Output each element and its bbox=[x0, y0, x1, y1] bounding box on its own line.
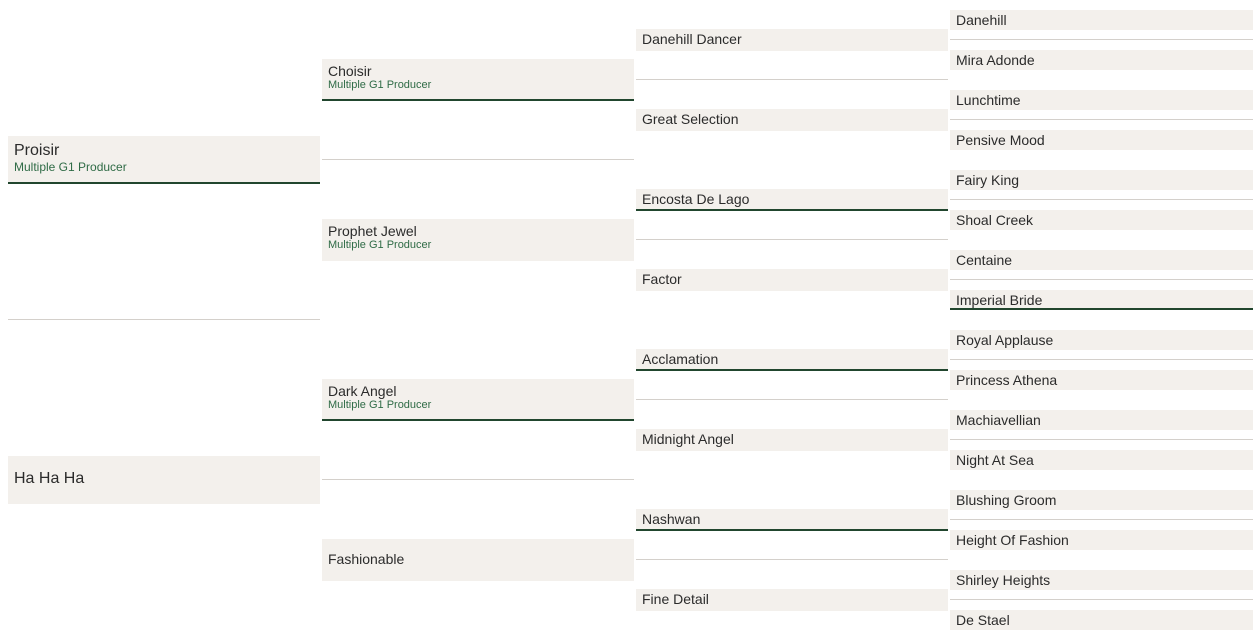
horse-cell-gen4[interactable]: Height Of Fashion bbox=[950, 520, 1253, 560]
horse-name-box: Night At Sea bbox=[950, 450, 1253, 470]
horse-name: Imperial Bride bbox=[956, 292, 1043, 308]
horse-cell-gen2[interactable]: Choisir Multiple G1 Producer bbox=[322, 0, 634, 160]
horse-name: Fine Detail bbox=[642, 591, 709, 607]
horse-name: Great Selection bbox=[642, 111, 739, 127]
horse-cell-gen4[interactable]: Danehill bbox=[950, 0, 1253, 40]
horse-name-box: De Stael bbox=[950, 610, 1253, 630]
horse-name-box: Fashionable bbox=[322, 539, 634, 581]
horse-cell-gen3[interactable]: Acclamation bbox=[636, 320, 948, 400]
horse-name: Night At Sea bbox=[956, 452, 1034, 468]
horse-name-box: Ha Ha Ha bbox=[8, 456, 320, 504]
horse-name-box: Imperial Bride bbox=[950, 290, 1253, 310]
horse-cell-gen4[interactable]: Princess Athena bbox=[950, 360, 1253, 400]
horse-name: Blushing Groom bbox=[956, 492, 1057, 508]
horse-name-box: Great Selection bbox=[636, 109, 948, 131]
horse-name-box: Proisir Multiple G1 Producer bbox=[8, 136, 320, 184]
horse-cell-gen4[interactable]: Pensive Mood bbox=[950, 120, 1253, 160]
horse-cell-gen2[interactable]: Fashionable bbox=[322, 480, 634, 640]
horse-cell-gen4[interactable]: Shoal Creek bbox=[950, 200, 1253, 240]
horse-cell-gen4[interactable]: Mira Adonde bbox=[950, 40, 1253, 80]
producer-note: Multiple G1 Producer bbox=[328, 399, 432, 411]
horse-name: Height Of Fashion bbox=[956, 532, 1069, 548]
horse-cell-gen4[interactable]: Lunchtime bbox=[950, 80, 1253, 120]
horse-cell-gen4[interactable]: Royal Applause bbox=[950, 320, 1253, 360]
generation-4: Danehill Mira Adonde Lunchtime Pensive Mood… bbox=[950, 0, 1253, 640]
horse-name-box: Lunchtime bbox=[950, 90, 1253, 110]
horse-cell-gen4[interactable]: Machiavellian bbox=[950, 400, 1253, 440]
horse-name: Fairy King bbox=[956, 172, 1020, 188]
horse-name-box: Fine Detail bbox=[636, 589, 948, 611]
horse-name: Nashwan bbox=[642, 511, 701, 527]
horse-name: Machiavellian bbox=[956, 412, 1041, 428]
horse-name: Royal Applause bbox=[956, 332, 1054, 348]
horse-cell-gen3[interactable]: Nashwan bbox=[636, 480, 948, 560]
horse-name: Fashionable bbox=[328, 551, 405, 567]
horse-name: Danehill bbox=[956, 12, 1007, 28]
horse-cell-gen1[interactable]: Ha Ha Ha bbox=[8, 320, 320, 640]
horse-cell-gen4[interactable]: De Stael bbox=[950, 600, 1253, 640]
producer-note: Multiple G1 Producer bbox=[328, 79, 432, 91]
horse-cell-gen4[interactable]: Imperial Bride bbox=[950, 280, 1253, 320]
horse-name: Danehill Dancer bbox=[642, 31, 742, 47]
horse-name-box: Height Of Fashion bbox=[950, 530, 1253, 550]
horse-name-box: Fairy King bbox=[950, 170, 1253, 190]
horse-name-box: Acclamation bbox=[636, 349, 948, 371]
horse-name: Pensive Mood bbox=[956, 132, 1045, 148]
horse-cell-gen4[interactable]: Centaine bbox=[950, 240, 1253, 280]
horse-name: Shirley Heights bbox=[956, 572, 1051, 588]
horse-name-box: Dark Angel Multiple G1 Producer bbox=[322, 379, 634, 421]
horse-cell-gen2[interactable]: Prophet Jewel Multiple G1 Producer bbox=[322, 160, 634, 320]
horse-name-box: Shoal Creek bbox=[950, 210, 1253, 230]
horse-name: Encosta De Lago bbox=[642, 191, 750, 207]
horse-name-box: Centaine bbox=[950, 250, 1253, 270]
horse-name: Ha Ha Ha bbox=[14, 470, 85, 487]
horse-name-box: Royal Applause bbox=[950, 330, 1253, 350]
producer-note: Multiple G1 Producer bbox=[14, 160, 127, 174]
horse-name: De Stael bbox=[956, 612, 1010, 628]
horse-name-box: Encosta De Lago bbox=[636, 189, 948, 211]
generation-3: Danehill Dancer Great Selection Encosta De… bbox=[636, 0, 948, 640]
horse-name: Choisir bbox=[328, 63, 372, 79]
horse-name-box: Shirley Heights bbox=[950, 570, 1253, 590]
horse-name-box: Pensive Mood bbox=[950, 130, 1253, 150]
generation-1: Proisir Multiple G1 Producer Ha Ha Ha bbox=[8, 0, 320, 640]
producer-note: Multiple G1 Producer bbox=[328, 239, 432, 251]
horse-name: Proisir bbox=[14, 142, 60, 159]
horse-name-box: Choisir Multiple G1 Producer bbox=[322, 59, 634, 101]
horse-name-box: Machiavellian bbox=[950, 410, 1253, 430]
horse-cell-gen3[interactable]: Factor bbox=[636, 240, 948, 320]
horse-cell-gen4[interactable]: Fairy King bbox=[950, 160, 1253, 200]
horse-name: Midnight Angel bbox=[642, 431, 734, 447]
horse-name-box: Blushing Groom bbox=[950, 490, 1253, 510]
horse-name-box: Danehill bbox=[950, 10, 1253, 30]
horse-cell-gen1[interactable]: Proisir Multiple G1 Producer bbox=[8, 0, 320, 320]
horse-name-box: Factor bbox=[636, 269, 948, 291]
horse-name: Centaine bbox=[956, 252, 1013, 268]
horse-name-box: Nashwan bbox=[636, 509, 948, 531]
horse-name-box: Midnight Angel bbox=[636, 429, 948, 451]
horse-name: Princess Athena bbox=[956, 372, 1058, 388]
horse-cell-gen3[interactable]: Encosta De Lago bbox=[636, 160, 948, 240]
horse-name: Mira Adonde bbox=[956, 52, 1035, 68]
horse-cell-gen4[interactable]: Blushing Groom bbox=[950, 480, 1253, 520]
horse-cell-gen3[interactable]: Fine Detail bbox=[636, 560, 948, 640]
horse-name: Factor bbox=[642, 271, 682, 287]
horse-name-box: Princess Athena bbox=[950, 370, 1253, 390]
horse-name: Lunchtime bbox=[956, 92, 1021, 108]
horse-cell-gen4[interactable]: Night At Sea bbox=[950, 440, 1253, 480]
pedigree-tree: Proisir Multiple G1 Producer Ha Ha Ha Chois… bbox=[0, 0, 1253, 630]
horse-cell-gen3[interactable]: Danehill Dancer bbox=[636, 0, 948, 80]
horse-name: Prophet Jewel bbox=[328, 223, 417, 239]
horse-name: Shoal Creek bbox=[956, 212, 1034, 228]
horse-cell-gen3[interactable]: Great Selection bbox=[636, 80, 948, 160]
horse-name-box: Prophet Jewel Multiple G1 Producer bbox=[322, 219, 634, 261]
horse-cell-gen3[interactable]: Midnight Angel bbox=[636, 400, 948, 480]
horse-cell-gen2[interactable]: Dark Angel Multiple G1 Producer bbox=[322, 320, 634, 480]
horse-name-box: Mira Adonde bbox=[950, 50, 1253, 70]
horse-name: Dark Angel bbox=[328, 383, 397, 399]
horse-cell-gen4[interactable]: Shirley Heights bbox=[950, 560, 1253, 600]
generation-2: Choisir Multiple G1 Producer Prophet Jewel… bbox=[322, 0, 634, 640]
horse-name-box: Danehill Dancer bbox=[636, 29, 948, 51]
horse-name: Acclamation bbox=[642, 351, 719, 367]
